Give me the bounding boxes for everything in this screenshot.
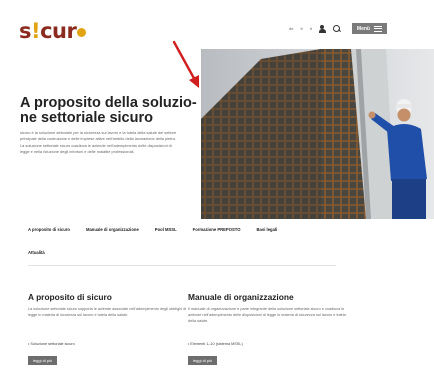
sicuro-logo[interactable]: s!cur <box>19 19 87 43</box>
tab-manuale[interactable]: Manuale di organizzazione <box>86 227 139 232</box>
top-navigation: de fr it Menü <box>289 23 387 34</box>
card-title: A proposito di sicuro <box>28 292 112 302</box>
card-bullet-link[interactable]: • Elementi 1–10 (sistema MSSL) <box>188 342 348 346</box>
card-description: La soluzione settoriale sicuro supporta … <box>28 307 187 317</box>
card-a-proposito: A proposito di sicuro La soluzione setto… <box>28 292 188 367</box>
hamburger-icon <box>373 25 382 32</box>
lang-link-it[interactable]: it <box>310 26 312 31</box>
menu-button-label: Menü <box>356 25 370 32</box>
search-icon[interactable] <box>332 24 341 33</box>
card-bullet-link[interactable]: • Soluzione settoriale sicuro <box>28 342 188 346</box>
construction-worker-illustration <box>201 49 434 219</box>
tab-pool-mssl[interactable]: Pool MSSL <box>155 227 177 232</box>
user-icon[interactable] <box>318 24 326 33</box>
annotation-arrow-icon <box>172 40 199 88</box>
tab-formazione[interactable]: Formazione PREPOSTO <box>193 227 241 232</box>
read-more-button[interactable]: leggi di più <box>188 356 218 365</box>
page-title: A proposito della soluzio-ne settoriale … <box>20 95 197 126</box>
section-tabs: A proposito di sicuro Manuale di organiz… <box>28 227 344 255</box>
card-description: Il manuale di organizzazione è parte int… <box>188 307 346 323</box>
menu-button[interactable]: Menü <box>351 23 387 34</box>
logo-letter-s: s <box>19 19 32 43</box>
logo-letters-cur: cur <box>40 19 77 43</box>
lang-link-de[interactable]: de <box>289 26 293 31</box>
read-more-button[interactable]: leggi di più <box>28 356 58 365</box>
hero-description: sicuro è la soluzione settoriale per la … <box>20 130 177 155</box>
tab-a-proposito[interactable]: A proposito di sicuro <box>28 227 70 232</box>
logo-dot-icon <box>77 27 87 37</box>
card-manuale: Manuale di organizzazione Il manuale di … <box>188 292 348 367</box>
tab-attualita[interactable]: Attualità <box>28 250 45 255</box>
card-title: Manuale di organizzazione <box>188 292 294 302</box>
lang-link-fr[interactable]: fr <box>300 26 302 31</box>
hero-image <box>201 49 434 219</box>
tab-basi-legali[interactable]: Basi legali <box>257 227 278 232</box>
divider <box>28 265 336 266</box>
logo-exclamation: ! <box>31 19 41 43</box>
